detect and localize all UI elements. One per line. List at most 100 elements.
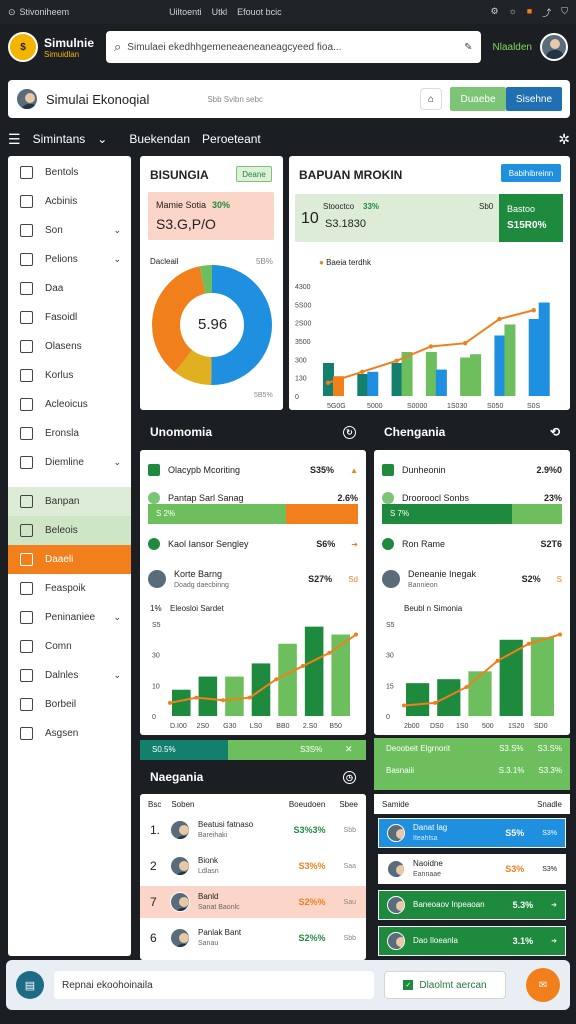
metric-row[interactable]: Ron Rame S2T6 <box>382 534 562 554</box>
browser-tab-2[interactable]: Uiltoenti <box>169 7 202 17</box>
sidebar-item[interactable]: Borbeil <box>8 690 131 719</box>
menu-icon[interactable]: ☰ <box>8 131 21 148</box>
sidebar-item[interactable]: Fasoidl <box>8 303 131 332</box>
list-item[interactable]: Dao Iloeanla 3.1% ➜ <box>378 926 566 956</box>
timer-icon[interactable]: ◷ <box>343 770 356 784</box>
sidebar-item[interactable]: Pelions ⌄ <box>8 245 131 274</box>
sidebar-item[interactable]: Diemline ⌄ <box>8 448 131 477</box>
list-item[interactable]: Danat lag Iteahlsa S5% S3% <box>378 818 566 848</box>
avatar[interactable] <box>16 88 38 110</box>
refresh-icon[interactable]: ↻ <box>343 425 356 439</box>
submit-button[interactable]: ✓ Dlaolmt aercan <box>384 971 506 999</box>
bar[interactable] <box>494 335 506 397</box>
bar[interactable] <box>528 319 540 396</box>
bar[interactable] <box>460 357 472 397</box>
table-row[interactable]: 2 Bionk Ldlasn S3%% Saa <box>140 850 366 882</box>
bar[interactable] <box>437 679 461 716</box>
sidebar-item[interactable]: Olasens <box>8 332 131 361</box>
chevron-down-icon[interactable]: ⌄ <box>97 132 107 146</box>
list-item[interactable]: Naoidne Eanriaae S3% S3% <box>378 854 566 884</box>
sidebar-item[interactable]: Bentols <box>8 158 131 187</box>
sidebar-item[interactable]: Feaspoik <box>8 574 131 603</box>
bar[interactable] <box>538 302 550 397</box>
close-icon[interactable]: ✕ <box>345 744 353 755</box>
summary-row[interactable]: Deoobeit Elgrnorit S3.S% S3.S% <box>386 744 562 753</box>
browser-tab-4[interactable]: Efouot bcic <box>237 7 282 17</box>
sidebar-item[interactable]: Dalnles ⌄ <box>8 661 131 690</box>
sun-icon[interactable]: ☼ <box>509 6 517 19</box>
sidebar-item[interactable]: Korlus <box>8 361 131 390</box>
sidebar-item[interactable]: Eronsla <box>8 419 131 448</box>
summary-row[interactable]: Basnaiii S.3.1% S3.3% <box>386 766 562 775</box>
bar[interactable] <box>435 369 447 396</box>
sidebar-item[interactable]: Daaeli <box>8 545 131 574</box>
bar[interactable] <box>225 676 244 716</box>
sidebar-item[interactable]: Beleois <box>8 516 131 545</box>
chat-icon[interactable]: ▤ <box>16 971 44 999</box>
breadcrumb-1[interactable]: Buekendan <box>129 132 190 146</box>
bar[interactable] <box>198 676 218 716</box>
sidebar-item[interactable]: Asgsen <box>8 719 131 748</box>
sidebar-item[interactable]: Peninaniee ⌄ <box>8 603 131 632</box>
secondary-button[interactable]: Sisehne <box>506 87 562 111</box>
chevron-down-icon[interactable]: ⌄ <box>113 612 121 623</box>
share-icon[interactable]: ⤴ <box>542 6 551 19</box>
table-row[interactable]: 6 Panlak Bant Sanau S2%% Sbb <box>140 922 366 954</box>
bar[interactable] <box>425 352 437 396</box>
metric-row[interactable]: Dunheonin 2.9%0 <box>382 460 562 480</box>
mic-icon[interactable]: ✎ <box>464 42 472 53</box>
sidebar-item[interactable]: Comn <box>8 632 131 661</box>
bar[interactable] <box>468 671 492 716</box>
table-row[interactable]: 7 Banld Sanat Baonlc S2%% Sau <box>140 886 366 918</box>
sidebar-item[interactable]: Banpan <box>8 487 131 516</box>
app-logo[interactable]: $ Simulnie Simuidlan <box>8 32 94 62</box>
bar[interactable] <box>304 626 324 716</box>
expand-icon[interactable]: ⟲ <box>550 425 560 439</box>
avatar <box>170 892 190 912</box>
chevron-down-icon[interactable]: ⌄ <box>113 225 121 236</box>
gear-icon[interactable]: ✲ <box>558 131 570 148</box>
list-item[interactable]: Baneoaov Inpeaoan 5.3% ➜ <box>378 890 566 920</box>
section-label[interactable]: Simintans <box>33 132 86 146</box>
bar[interactable] <box>530 637 554 716</box>
bar[interactable] <box>331 634 350 716</box>
bar[interactable] <box>406 683 430 716</box>
primary-button[interactable]: Duaebe <box>450 87 506 111</box>
bar[interactable] <box>323 363 334 396</box>
browser-tab-3[interactable]: Utkl <box>212 7 228 17</box>
sidebar-item[interactable]: Acbinis <box>8 187 131 216</box>
avatar[interactable] <box>540 33 568 61</box>
search-input[interactable]: ⌕ Simulaei ekedhhgemeneaeneaneagcyeed fio… <box>106 31 481 63</box>
bar[interactable] <box>504 324 516 397</box>
message-input[interactable]: Repnai ekoohoinaila <box>54 971 374 999</box>
bar[interactable] <box>278 643 297 716</box>
chevron-down-icon[interactable]: ⌄ <box>113 254 121 265</box>
lock-icon[interactable]: ⌂ <box>420 88 442 110</box>
breadcrumb-2[interactable]: Peroeteant <box>202 132 261 146</box>
trend-point <box>274 677 279 682</box>
star-icon <box>20 553 33 566</box>
metric-row[interactable]: Olacypb Mcoriting S35% ▲ <box>148 460 358 480</box>
sidebar-item[interactable]: Acleoicus <box>8 390 131 419</box>
user-name[interactable]: Nlaalden <box>493 42 532 53</box>
chevron-down-icon[interactable]: ⌄ <box>113 457 121 468</box>
bar[interactable] <box>391 363 403 396</box>
metric-row[interactable]: Deneanie Inegak Bannieon S2% S <box>382 566 562 592</box>
settings-icon[interactable]: ⚙ <box>490 6 498 19</box>
action-button[interactable]: ✉ <box>526 968 560 1002</box>
browser-tab[interactable]: ⊙ Stivoniheem <box>8 7 69 18</box>
metric-row[interactable]: Kaol Iansor Sengley S6% ➜ <box>148 534 358 554</box>
sidebar-item[interactable]: Daa <box>8 274 131 303</box>
metric-row[interactable]: Korte Barng Doadg daecbinng S27% Sd <box>148 566 358 592</box>
extension-icon[interactable]: ■ <box>527 6 532 19</box>
chevron-down-icon[interactable]: ⌄ <box>113 670 121 681</box>
bar[interactable] <box>357 374 369 396</box>
card-action-button[interactable]: Babihibreinn <box>501 164 561 182</box>
bar[interactable] <box>470 354 482 396</box>
trend-point <box>428 344 434 349</box>
table-row[interactable]: 1. Beatusi fatnaso Bareihaki S3%3% Sbb <box>140 814 366 846</box>
bar[interactable] <box>367 371 379 396</box>
shield-icon[interactable]: ⛉ <box>561 6 568 19</box>
sidebar-item[interactable]: Son ⌄ <box>8 216 131 245</box>
bar[interactable] <box>499 639 523 716</box>
